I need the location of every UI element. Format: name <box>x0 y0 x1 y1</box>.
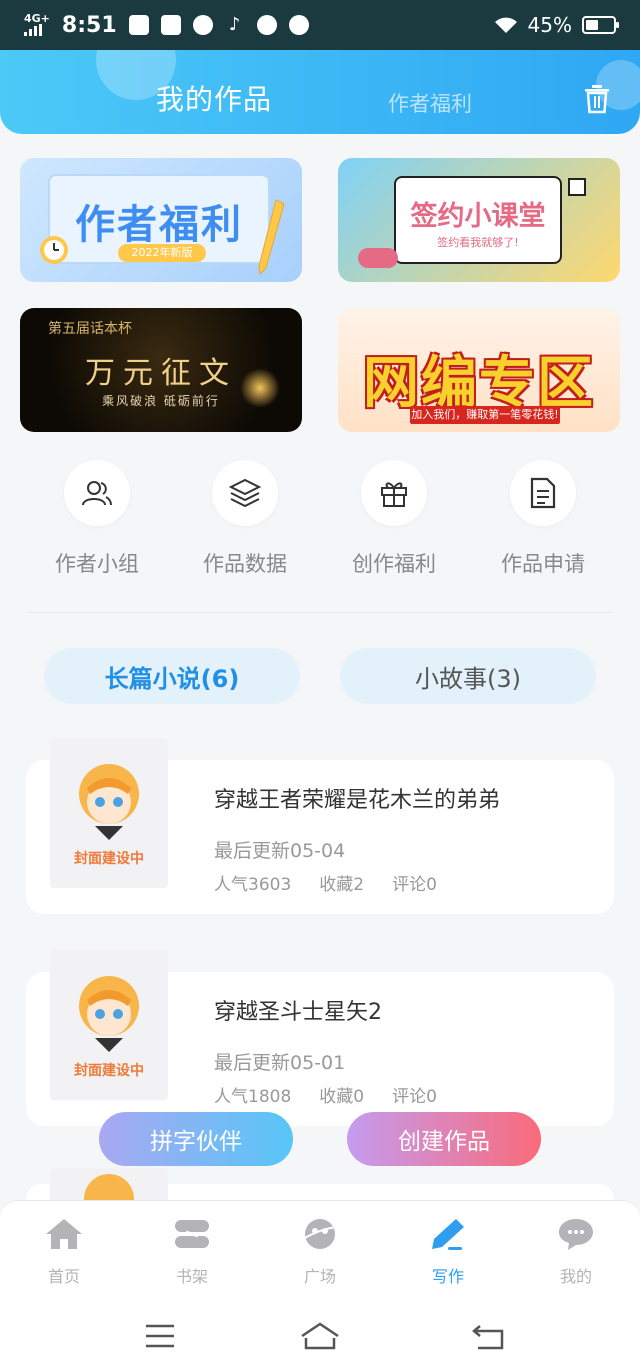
document-icon <box>510 460 576 526</box>
menu-label: 作者小组 <box>55 552 139 576</box>
menu-work-data[interactable]: 作品数据 <box>170 460 320 578</box>
work-cover: 封面建设中 <box>50 738 168 888</box>
banner-title: 签约小课堂 <box>410 201 546 232</box>
menu-work-application[interactable]: 作品申请 <box>468 460 618 578</box>
work-cover: 封面建设中 <box>50 950 168 1100</box>
work-title: 穿越王者荣耀是花木兰的弟弟 <box>214 788 501 813</box>
banner-signing-class[interactable]: 签约小课堂 签约看我就够了! <box>338 158 620 282</box>
nav-writing[interactable]: 写作 <box>384 1217 512 1287</box>
partner-button[interactable]: 拼字伙伴 <box>99 1112 293 1166</box>
bookshelf-icon <box>175 1220 209 1248</box>
planet-icon <box>302 1219 338 1249</box>
check-circle-icon <box>288 15 309 35</box>
stat-popularity: 人气1808 <box>214 1087 292 1107</box>
nav-label: 书架 <box>175 1267 208 1286</box>
decor-sparkle <box>240 368 280 408</box>
decor-shape <box>358 248 398 268</box>
battery-icon <box>582 16 619 34</box>
clock: 8:51 <box>61 12 117 38</box>
home-icon <box>46 1219 82 1249</box>
cover-placeholder-text: 封面建设中 <box>74 1063 144 1079</box>
work-card[interactable]: 封面建设中 穿越王者荣耀是花木兰的弟弟 最后更新05-04 人气3603 收藏2… <box>26 738 614 914</box>
layers-icon <box>212 460 278 526</box>
system-nav <box>0 1300 640 1372</box>
stat-favorites: 收藏0 <box>319 1087 365 1107</box>
stat-favorites: 收藏2 <box>319 875 365 895</box>
stat-comments: 评论0 <box>392 875 437 895</box>
create-work-button[interactable]: 创建作品 <box>347 1112 541 1166</box>
work-updated: 最后更新05-01 <box>214 1052 346 1074</box>
user-group-icon <box>64 460 130 526</box>
tab-long-novels[interactable]: 长篇小说(6) <box>44 648 300 704</box>
wifi-icon <box>494 17 517 33</box>
menu-label: 作品数据 <box>203 552 287 576</box>
clock-icon <box>40 236 68 264</box>
banner-window: 作者福利 2022年新版 <box>48 174 270 264</box>
menu-label: 创作福利 <box>352 552 436 576</box>
banner-subtitle: 加入我们，赚取第一笔零花钱! <box>410 406 560 424</box>
gift-icon <box>361 460 427 526</box>
nav-plaza[interactable]: 广场 <box>256 1217 384 1287</box>
nav-home[interactable]: 首页 <box>0 1217 128 1287</box>
decor-shape <box>568 178 586 196</box>
back-icon[interactable] <box>466 1318 510 1354</box>
banner-author-benefits[interactable]: 作者福利 2022年新版 <box>20 158 302 282</box>
tab-short-stories[interactable]: 小故事(3) <box>340 648 596 704</box>
menu-label: 作品申请 <box>501 552 585 576</box>
network-indicator: 4G+ <box>24 12 50 36</box>
battery-percent: 45% <box>527 13 572 37</box>
nav-label: 写作 <box>431 1267 464 1286</box>
pencil-icon <box>258 199 285 276</box>
banner-subtitle: 签约看我就够了! <box>437 236 519 249</box>
stat-popularity: 人气3603 <box>214 875 292 895</box>
banner-card: 签约小课堂 签约看我就够了! <box>394 176 562 264</box>
nav-label: 我的 <box>559 1267 592 1286</box>
home-gesture-icon[interactable] <box>298 1318 342 1354</box>
work-card[interactable]: 封面建设中 穿越圣斗士星矢2 最后更新05-01 人气1808 收藏0 评论0 <box>26 950 614 1126</box>
work-updated: 最后更新05-04 <box>214 840 346 862</box>
menu-author-group[interactable]: 作者小组 <box>22 460 172 578</box>
mascot-icon <box>79 764 139 840</box>
work-stats: 人气1808 收藏0 评论0 <box>214 1082 437 1107</box>
tiktok-icon: ♪ <box>228 14 241 35</box>
banner-title: 作者福利 <box>75 202 243 248</box>
pen-icon <box>432 1219 464 1250</box>
menu-icon[interactable] <box>138 1318 182 1354</box>
banner-subtitle: 2022年新版 <box>118 244 206 262</box>
storage-icon <box>160 15 181 35</box>
banner-editor-zone[interactable]: 网编专区 加入我们，赚取第一笔零花钱! <box>338 308 620 432</box>
signal-icon <box>24 24 50 36</box>
work-title: 穿越圣斗士星矢2 <box>214 1000 382 1025</box>
banner-essay-contest[interactable]: 第五届话本杯 万元征文 乘风破浪 砥砺前行 <box>20 308 302 432</box>
nav-label: 首页 <box>47 1267 80 1286</box>
nav-label: 广场 <box>303 1267 336 1286</box>
stat-comments: 评论0 <box>392 1087 437 1107</box>
status-bar: 4G+ 8:51 ♪ 45% <box>0 0 640 50</box>
tab-author-benefits[interactable]: 作者福利 <box>388 88 472 118</box>
header: 我的作品 作者福利 <box>0 50 640 134</box>
network-type: 4G+ <box>24 12 50 25</box>
divider <box>28 612 612 613</box>
mascot-icon <box>79 976 139 1052</box>
work-stats: 人气3603 收藏2 评论0 <box>214 870 437 895</box>
calendar-icon <box>128 15 149 35</box>
cover-placeholder-text: 封面建设中 <box>74 851 144 867</box>
banner-event-name: 第五届话本杯 <box>48 321 132 337</box>
menu-creation-benefits[interactable]: 创作福利 <box>319 460 469 578</box>
nav-bookshelf[interactable]: 书架 <box>128 1217 256 1287</box>
netease-icon <box>256 15 277 35</box>
music-icon <box>192 15 213 35</box>
nav-mine[interactable]: 我的 <box>512 1217 640 1287</box>
trash-icon[interactable] <box>584 84 610 114</box>
bottom-nav: 首页 书架 广场 写作 我的 <box>0 1200 640 1300</box>
chat-icon <box>559 1219 593 1250</box>
tab-my-works[interactable]: 我的作品 <box>156 78 272 118</box>
